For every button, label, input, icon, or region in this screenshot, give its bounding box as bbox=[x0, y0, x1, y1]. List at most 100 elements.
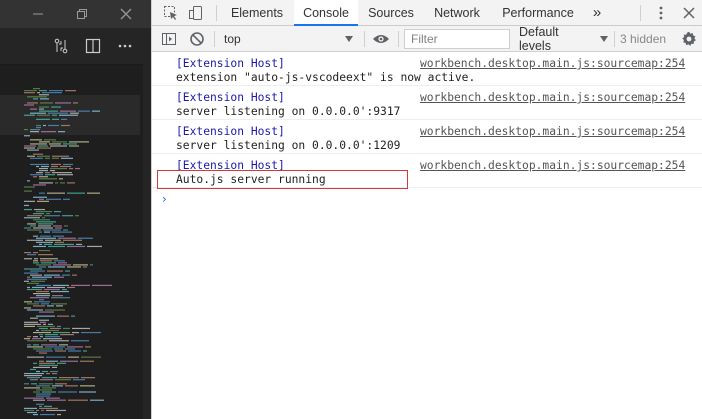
message-source-link[interactable]: workbench.desktop.main.js:sourcemap:254 bbox=[420, 159, 685, 172]
minimap-code-line bbox=[87, 192, 100, 194]
minimap-code-line bbox=[52, 366, 57, 368]
minimap-code-line bbox=[33, 331, 51, 334]
minimap-code-line bbox=[27, 223, 36, 225]
minimap-code-line bbox=[57, 325, 61, 327]
minimap-code-line bbox=[63, 198, 70, 200]
minimap-code-line bbox=[24, 227, 31, 229]
minimap-code-line bbox=[57, 362, 66, 364]
minimap-code-line bbox=[51, 290, 69, 293]
minimap-code-line bbox=[52, 372, 57, 375]
minimap-code-line bbox=[41, 344, 57, 346]
more-tabs-button[interactable]: » bbox=[586, 0, 608, 26]
code-minimap[interactable] bbox=[22, 88, 140, 418]
device-toolbar-icon[interactable] bbox=[185, 0, 207, 26]
tab-sources[interactable]: Sources bbox=[360, 0, 422, 26]
tab-network[interactable]: Network bbox=[424, 0, 490, 26]
message-tag: [Extension Host] bbox=[176, 57, 285, 70]
minimap-code-line bbox=[34, 208, 45, 211]
context-select[interactable]: top bbox=[220, 29, 358, 49]
minimap-code-line bbox=[24, 200, 35, 202]
toolbar-divider bbox=[364, 31, 365, 47]
minimap-code-line bbox=[37, 200, 49, 202]
minimap-code-line bbox=[44, 288, 60, 291]
restore-icon[interactable] bbox=[60, 0, 104, 28]
editor-scrollbar[interactable] bbox=[143, 64, 151, 419]
clear-console-icon[interactable] bbox=[186, 26, 208, 52]
minimap-code-line bbox=[24, 325, 35, 327]
minimap-code-line bbox=[76, 243, 82, 245]
editor-titlebar bbox=[0, 0, 151, 28]
minimap-code-line bbox=[24, 301, 32, 303]
minimap-code-line bbox=[73, 102, 78, 104]
minimap-code-line bbox=[42, 391, 56, 393]
minimap-code-line bbox=[63, 163, 73, 166]
minimap-code-line bbox=[46, 356, 66, 358]
filter-input[interactable] bbox=[404, 29, 510, 49]
close-icon[interactable] bbox=[104, 0, 148, 28]
minimap-code-line bbox=[33, 305, 45, 307]
minimap-code-line bbox=[83, 350, 87, 352]
tab-elements[interactable]: Elements bbox=[222, 0, 292, 26]
editor-toolbar bbox=[0, 28, 151, 65]
minimap-code-line bbox=[24, 92, 35, 94]
minimap-code-line bbox=[36, 315, 55, 317]
minimap-code-line bbox=[50, 167, 67, 170]
minimap-code-line bbox=[33, 176, 37, 178]
tab-performance[interactable]: Performance bbox=[492, 0, 584, 26]
minimap-code-line bbox=[63, 327, 70, 330]
minimap-code-line bbox=[39, 178, 57, 180]
minimap-code-line bbox=[55, 383, 67, 385]
minimap-code-line bbox=[50, 327, 61, 330]
kebab-menu-icon[interactable] bbox=[650, 0, 672, 26]
message-source-link[interactable]: workbench.desktop.main.js:sourcemap:254 bbox=[420, 125, 685, 138]
minimap-code-line bbox=[27, 276, 30, 278]
close-devtools-icon[interactable] bbox=[678, 0, 700, 26]
minimap-code-line bbox=[30, 274, 42, 276]
console-prompt[interactable]: › bbox=[162, 192, 167, 206]
minimap-code-line bbox=[36, 329, 39, 332]
minimap-code-line bbox=[33, 219, 50, 221]
minimap-code-line bbox=[78, 110, 90, 112]
minimap-code-line bbox=[50, 370, 58, 373]
minimap-code-line bbox=[37, 155, 50, 157]
minimap-code-line bbox=[36, 126, 41, 129]
minimap-code-line bbox=[45, 334, 58, 336]
minimap-code-line bbox=[45, 346, 65, 348]
compare-changes-icon[interactable] bbox=[51, 36, 71, 56]
minimap-code-line bbox=[55, 227, 62, 229]
minimap-code-line bbox=[78, 237, 93, 239]
minimap-code-line bbox=[30, 368, 36, 371]
more-actions-icon[interactable] bbox=[115, 36, 135, 56]
minimap-code-line bbox=[51, 303, 67, 305]
console-message: [Extension Host] server listening on 0.0… bbox=[152, 86, 702, 120]
message-source-link[interactable]: workbench.desktop.main.js:sourcemap:254 bbox=[420, 57, 685, 70]
minimap-code-line bbox=[75, 167, 80, 170]
log-levels-dropdown[interactable]: Default levels bbox=[519, 25, 609, 53]
minimap-code-line bbox=[36, 295, 50, 297]
minimap-code-line bbox=[39, 299, 44, 301]
minimap-code-line bbox=[69, 141, 89, 143]
eye-icon[interactable] bbox=[370, 26, 392, 52]
minimap-code-line bbox=[33, 262, 39, 264]
minimap-code-line bbox=[39, 327, 48, 330]
minimap-code-line bbox=[73, 264, 88, 266]
inspect-element-icon[interactable] bbox=[160, 0, 182, 26]
minimap-code-line bbox=[24, 372, 44, 375]
minimap-code-line bbox=[67, 266, 81, 268]
minimap-code-line bbox=[45, 239, 61, 241]
message-source-link[interactable]: workbench.desktop.main.js:sourcemap:254 bbox=[420, 91, 685, 104]
minimap-code-line bbox=[60, 334, 74, 336]
minimap-code-line bbox=[39, 176, 48, 178]
dropdown-arrow-icon bbox=[599, 32, 609, 46]
sidebar-toggle-icon[interactable] bbox=[158, 26, 180, 52]
minimize-icon[interactable] bbox=[16, 0, 60, 28]
minimap-code-line bbox=[30, 108, 37, 110]
tab-console[interactable]: Console bbox=[294, 0, 358, 26]
console-settings-gear-icon[interactable] bbox=[679, 29, 699, 49]
split-editor-icon[interactable] bbox=[83, 36, 103, 56]
minimap-code-line bbox=[24, 307, 31, 309]
minimap-code-line bbox=[47, 286, 65, 289]
minimap-code-line bbox=[53, 331, 70, 334]
minimap-code-line bbox=[31, 383, 37, 385]
minimap-code-line bbox=[39, 141, 50, 143]
